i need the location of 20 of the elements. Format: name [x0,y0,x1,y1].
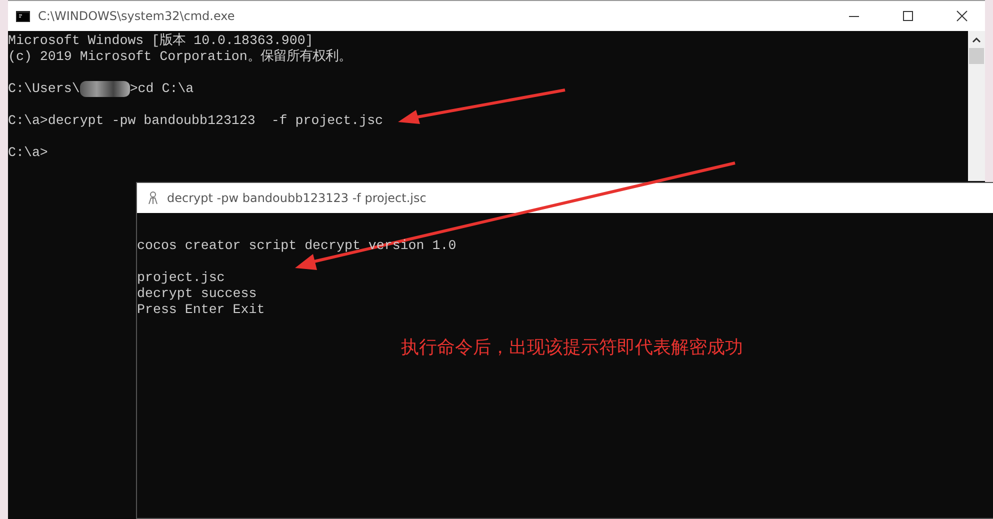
close-icon[interactable] [956,10,968,22]
console-text: C:\Users\ [8,81,80,97]
console-line: project.jsc [137,270,226,286]
redaction-blur [80,81,130,97]
window-title: decrypt -pw bandoubb123123 -f project.jsc [167,191,426,205]
console-text: >cd C:\a [130,81,194,97]
scroll-up-icon[interactable] [972,37,981,43]
console-line: Press Enter Exit [137,302,266,318]
scrollbar-thumb[interactable] [969,48,984,64]
scrollbar[interactable] [968,31,985,181]
console-icon [16,10,30,22]
person-icon [147,191,159,205]
console-line: (c) 2019 Microsoft Corporation。保留所有权利。 [8,49,352,65]
console-line: C:\a>decrypt -pw bandoubb123123 -f project.jsc [8,113,384,129]
console-line: Microsoft Windows [版本 10.0.18363.900] [8,33,314,49]
annotation-text: 执行命令后，出现该提示符即代表解密成功 [401,336,744,360]
window-title: C:\WINDOWS\system32\cmd.exe [38,9,235,23]
console-line: C:\a> [8,145,49,161]
maximize-icon[interactable] [902,10,914,22]
console-line: decrypt success [137,286,258,302]
